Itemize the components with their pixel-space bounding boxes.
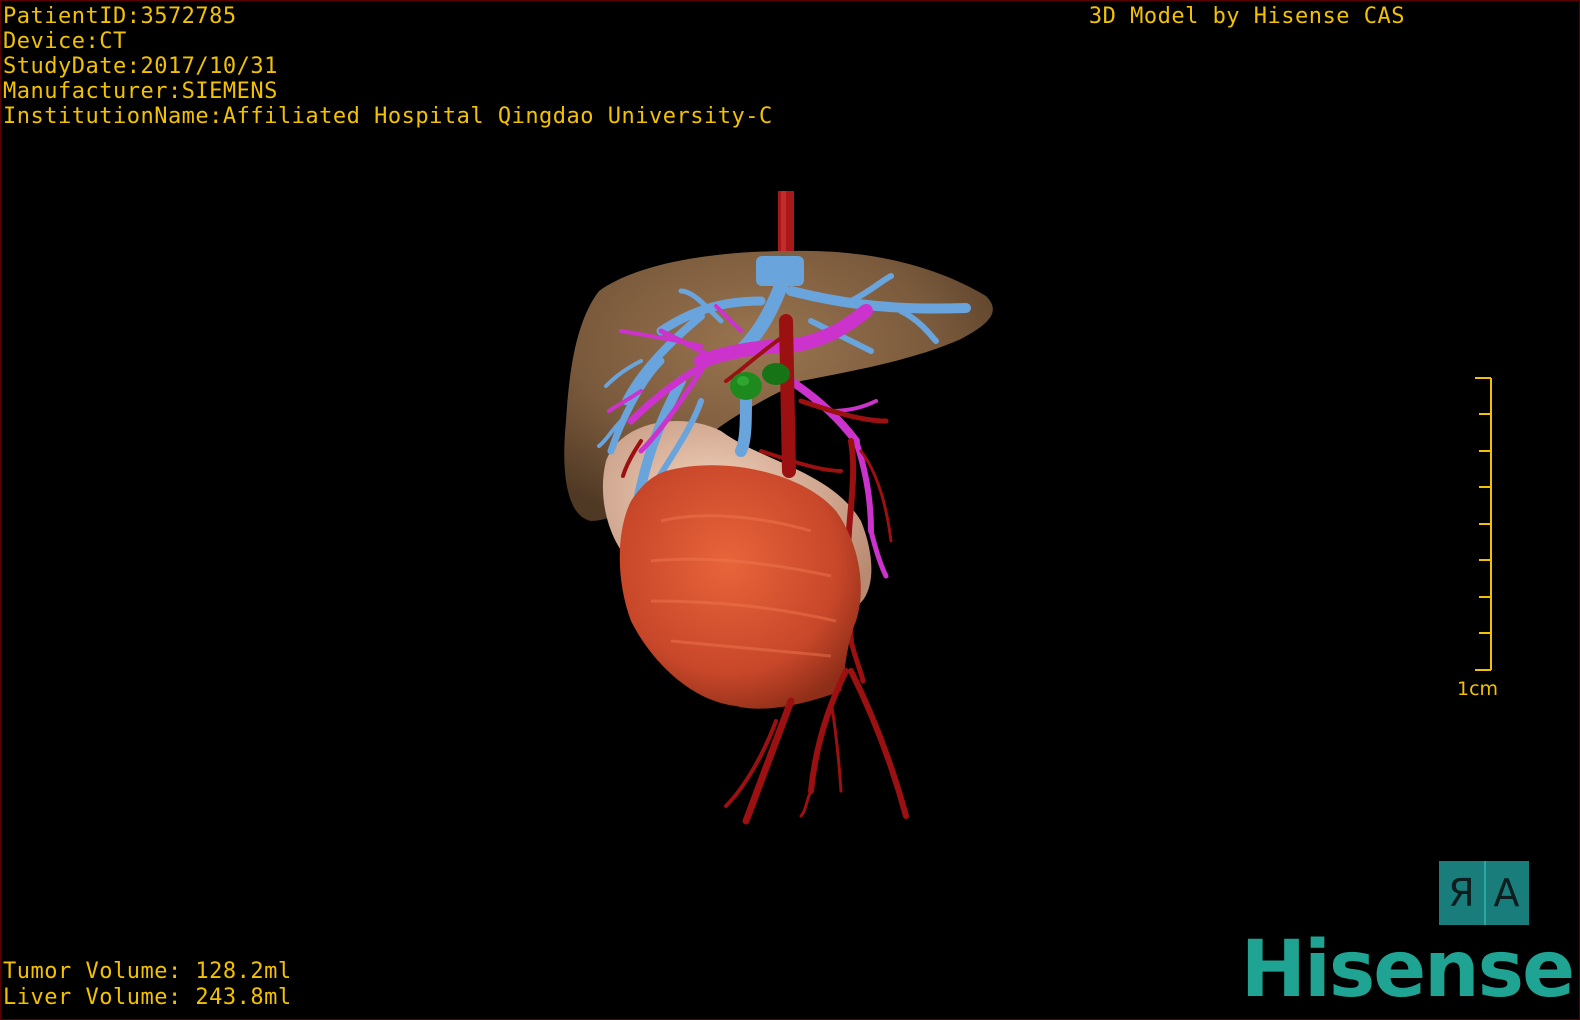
patient-info-overlay: PatientID:3572785 Device:CT StudyDate:20… xyxy=(3,4,773,129)
orientation-right-label: Я xyxy=(1448,871,1475,915)
manufacturer-text: Manufacturer:SIEMENS xyxy=(3,79,278,104)
volume-info-overlay: Tumor Volume: 128.2ml Liver Volume: 243.… xyxy=(3,959,292,1011)
liver-volume-text: Liver Volume: 243.8ml xyxy=(3,985,292,1010)
orientation-cube-divider xyxy=(1484,861,1486,925)
scale-bar xyxy=(1475,377,1492,671)
model-credit-text: 3D Model by Hisense CAS xyxy=(1088,4,1405,29)
study-date-text: StudyDate:2017/10/31 xyxy=(3,54,278,79)
3d-liver-model[interactable] xyxy=(1,1,1580,1020)
tumor-volume-text: Tumor Volume: 128.2ml xyxy=(3,959,292,984)
tumor-mass[interactable] xyxy=(619,465,861,709)
institution-text: InstitutionName:Affiliated Hospital Qing… xyxy=(3,104,773,129)
orientation-anterior-label: A xyxy=(1493,871,1520,915)
patient-id-text: PatientID:3572785 xyxy=(3,4,237,29)
hisense-logo: Hisense xyxy=(1240,925,1575,1015)
device-text: Device:CT xyxy=(3,29,127,54)
3d-viewport[interactable]: PatientID:3572785 Device:CT StudyDate:20… xyxy=(0,0,1580,1020)
orientation-cube[interactable]: Я A xyxy=(1439,861,1529,925)
scale-bar-label: 1cm xyxy=(1457,678,1499,700)
